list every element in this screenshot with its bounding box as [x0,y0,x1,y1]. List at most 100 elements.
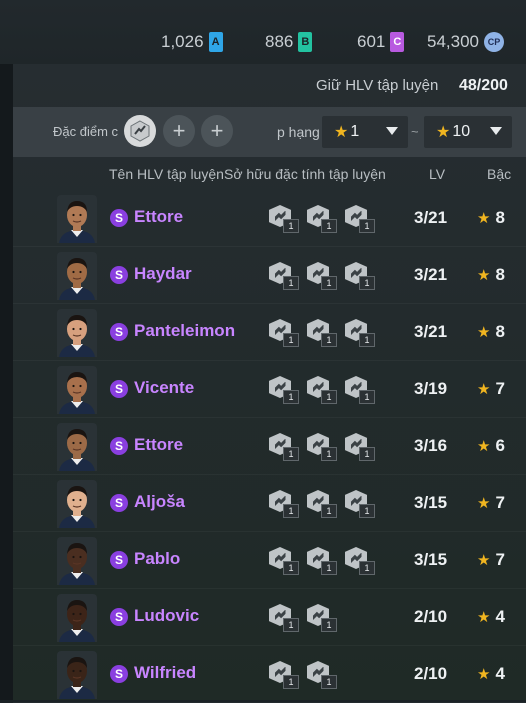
coach-avatar [57,309,97,357]
trait-list: 1 1 1 [269,205,375,233]
rank-max-dropdown[interactable]: ★ 10 [424,116,512,148]
coach-row[interactable]: S Wilfried 1 1 2/10 ★ 4 [13,648,526,703]
training-trait-icon[interactable]: 1 [345,433,375,461]
coach-name: Pablo [134,549,181,568]
training-trait-icon[interactable]: 1 [269,433,299,461]
training-trait-icon[interactable]: 1 [269,661,299,689]
ticket-b-icon: B [298,32,313,52]
coach-level: 3/15 [414,493,448,512]
training-trait-icon[interactable]: 1 [269,547,299,575]
trait-level: 1 [283,276,299,290]
trait-level: 1 [321,447,337,461]
trait-list: 1 1 1 [269,262,375,290]
coach-row[interactable]: S Aljoša 1 1 1 3/15 ★ 7 [13,477,526,532]
training-trait-icon[interactable]: 1 [269,376,299,404]
trait-level: 1 [359,219,375,233]
coach-row[interactable]: S Ettore 1 1 1 3/16 ★ 6 [13,420,526,475]
training-trait-icon[interactable]: 1 [307,661,337,689]
column-header-lv[interactable]: LV [429,166,445,182]
training-trait-icon[interactable]: 1 [269,205,299,233]
coach-avatar [57,252,97,300]
column-header-name[interactable]: Tên HLV tập luyện [109,166,224,182]
rank-filter-label: p hạng [277,124,320,140]
grade-value: 7 [495,550,505,569]
ticket-c-icon: C [390,32,405,52]
rank-min-dropdown[interactable]: ★ 1 [322,116,408,148]
trait-level: 1 [321,390,337,404]
trait-filter-slot-1[interactable] [124,115,156,147]
trait-filter-slot-3[interactable]: + [201,115,233,147]
coach-avatar [57,594,97,642]
coach-row[interactable]: S Ludovic 1 1 2/10 ★ 4 [13,591,526,646]
training-trait-icon[interactable]: 1 [307,205,337,233]
coach-level: 3/16 [414,436,448,455]
training-trait-icon[interactable]: 1 [345,262,375,290]
training-trait-icon[interactable]: 1 [307,262,337,290]
star-icon: ★ [477,381,491,398]
coach-name: Ettore [134,207,184,226]
trait-level: 1 [283,447,299,461]
coach-row[interactable]: S Vicente 1 1 1 3/19 ★ 7 [13,363,526,418]
range-separator: ~ [411,124,419,139]
coach-row[interactable]: S Pablo 1 1 1 3/15 ★ 7 [13,534,526,589]
coach-row[interactable]: S Panteleimon 1 1 1 3/21 ★ 8 [13,306,526,361]
training-trait-icon[interactable]: 1 [269,319,299,347]
coach-grade: ★ 7 [477,493,505,513]
training-trait-icon[interactable]: 1 [269,262,299,290]
trait-level: 1 [321,561,337,575]
rarity-s-badge: S [110,323,128,341]
grade-value: 4 [495,664,505,683]
training-trait-icon[interactable]: 1 [345,376,375,404]
rarity-s-badge: S [110,380,128,398]
training-trait-icon[interactable]: 1 [269,490,299,518]
coach-grade: ★ 8 [477,208,505,228]
star-icon: ★ [477,495,491,512]
training-trait-icon[interactable]: 1 [307,490,337,518]
column-header-traits[interactable]: Sở hữu đặc tính tập luyện [224,166,386,182]
trait-list: 11 [269,604,337,632]
coach-grade: ★ 6 [477,436,505,456]
coach-level: 3/21 [414,265,448,284]
training-trait-icon[interactable]: 1 [307,433,337,461]
training-trait-icon[interactable]: 1 [345,205,375,233]
coach-grade: ★ 4 [477,607,505,627]
column-header-grade[interactable]: Bậc [487,166,511,182]
training-trait-icon[interactable]: 1 [345,547,375,575]
trait-filter-slot-2[interactable]: + [163,115,195,147]
coach-grade: ★ 7 [477,379,505,399]
rarity-s-badge: S [110,665,128,683]
plus-icon: + [210,118,224,143]
trait-hex-icon [130,120,150,142]
coach-grade: ★ 7 [477,550,505,570]
coach-row[interactable]: S Haydar 1 1 1 3/21 ★ 8 [13,249,526,304]
trait-list: 1 1 1 [269,433,375,461]
rarity-s-badge: S [110,437,128,455]
training-trait-icon[interactable]: 1 [269,604,299,632]
training-trait-icon[interactable]: 1 [345,490,375,518]
trait-level: 1 [321,333,337,347]
trait-level: 1 [359,276,375,290]
coach-row[interactable]: S Ettore 1 1 1 3/21 ★ 8 [13,192,526,247]
training-trait-icon[interactable]: 1 [307,319,337,347]
star-icon: ★ [477,267,491,284]
trait-level: 1 [359,504,375,518]
star-icon: ★ [477,438,491,455]
grade-value: 6 [495,436,505,455]
coach-name: Ettore [134,435,184,454]
coach-grade: ★ 8 [477,322,505,342]
training-trait-icon[interactable]: 1 [345,319,375,347]
star-icon: ★ [477,210,491,227]
capacity-value: 48/200 [459,77,508,94]
training-trait-icon[interactable]: 1 [307,604,337,632]
rarity-s-badge: S [110,551,128,569]
trait-level: 1 [321,618,337,632]
coach-level: 2/10 [414,664,448,683]
coach-name: Wilfried [134,663,197,682]
training-trait-icon[interactable]: 1 [307,376,337,404]
currency-points-value: 54,300 [427,32,479,51]
training-trait-icon[interactable]: 1 [307,547,337,575]
cp-coin-icon: CP [484,32,504,52]
coach-avatar [57,366,97,414]
ticket-a-icon: A [208,32,223,52]
trait-list: 11 [269,661,337,689]
